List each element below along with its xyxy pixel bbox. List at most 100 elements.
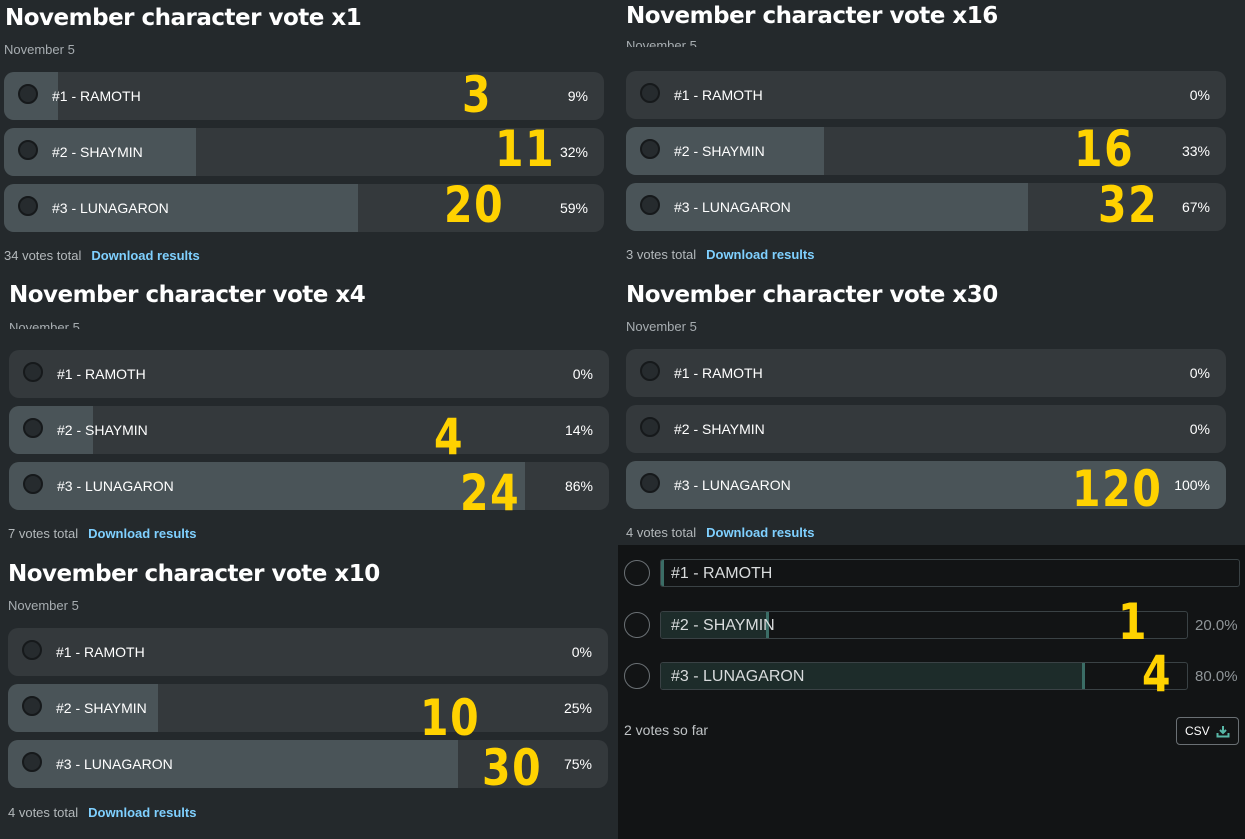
option-label: #1 - RAMOTH	[52, 88, 141, 104]
poll-date: November 5	[4, 42, 75, 57]
vote-total-text: 4 votes total	[8, 805, 79, 820]
csv-label: CSV	[1185, 724, 1210, 738]
poll-x1: November character vote x1 November 5 #1…	[0, 0, 615, 270]
option-label: #3 - LUNAGARON	[56, 756, 173, 772]
download-results-link[interactable]: Download results	[706, 525, 814, 540]
option-percent: 80.0%	[1195, 668, 1238, 685]
radio-button[interactable]	[22, 696, 42, 716]
vote-count-annotation: 32	[1098, 176, 1159, 234]
option-label: #2 - SHAYMIN	[671, 617, 775, 634]
option-label: #3 - LUNAGARON	[671, 668, 805, 685]
poll-x10: November character vote x10 November 5 #…	[0, 557, 615, 839]
poll-title: November character vote x30	[626, 282, 998, 308]
poll-option-ramoth[interactable]: #1 - RAMOTH 9%	[4, 72, 604, 120]
download-results-link[interactable]: Download results	[91, 248, 199, 263]
option-label: #2 - SHAYMIN	[674, 421, 765, 437]
option-percent: 33%	[1181, 143, 1210, 159]
option-percent: 0%	[1189, 87, 1210, 103]
option-label: #1 - RAMOTH	[674, 87, 763, 103]
poll-date: November 5	[8, 598, 79, 613]
vote-count-annotation: 24	[460, 464, 521, 522]
poll-date: November 5	[626, 38, 697, 47]
poll-title: November character vote x16	[626, 3, 998, 29]
vote-count-annotation: 4	[434, 408, 465, 466]
option-percent: 0%	[1189, 365, 1210, 381]
option-percent: 9%	[567, 88, 588, 104]
option-label: #2 - SHAYMIN	[674, 143, 765, 159]
vote-total: 3 votes total Download results	[626, 247, 814, 262]
vote-count-annotation: 16	[1074, 120, 1135, 178]
radio-button[interactable]	[22, 640, 42, 660]
radio-button[interactable]	[22, 752, 42, 772]
option-percent: 75%	[563, 756, 592, 772]
poll-option-ramoth[interactable]: #1 - RAMOTH 0%	[626, 349, 1226, 397]
radio-button[interactable]	[23, 474, 43, 494]
option-label: #2 - SHAYMIN	[56, 700, 147, 716]
radio-button[interactable]	[640, 83, 660, 103]
poll-x4: November character vote x4 November 5 #1…	[0, 278, 615, 548]
radio-button[interactable]	[640, 473, 660, 493]
poll-option-shaymin[interactable]: #2 - SHAYMIN 25%	[8, 684, 608, 732]
radio-button[interactable]	[640, 139, 660, 159]
option-label: #3 - LUNAGARON	[57, 478, 174, 494]
option-label: #3 - LUNAGARON	[674, 477, 791, 493]
poll-option-lunagaron[interactable]: #3 - LUNAGARON 59%	[4, 184, 604, 232]
poll-option-ramoth[interactable]: #1 - RAMOTH 0%	[9, 350, 609, 398]
vote-share-fill	[661, 560, 664, 586]
radio-button[interactable]	[640, 417, 660, 437]
option-label: #1 - RAMOTH	[674, 365, 763, 381]
vote-count-annotation: 11	[495, 120, 556, 178]
download-icon	[1216, 725, 1230, 737]
radio-button[interactable]	[624, 612, 650, 638]
option-label: #3 - LUNAGARON	[52, 200, 169, 216]
option-percent: 0%	[572, 366, 593, 382]
radio-button[interactable]	[18, 140, 38, 160]
option-percent: 25%	[563, 700, 592, 716]
poll-option-shaymin[interactable]: #2 - SHAYMIN 0%	[626, 405, 1226, 453]
poll-option-shaymin[interactable]: #2 - SHAYMIN	[660, 611, 1188, 639]
vote-total: 4 votes total Download results	[626, 525, 814, 540]
poll-option-ramoth[interactable]: #1 - RAMOTH 0%	[8, 628, 608, 676]
radio-button[interactable]	[23, 362, 43, 382]
option-percent: 0%	[571, 644, 592, 660]
radio-button[interactable]	[624, 560, 650, 586]
vote-total-text: 3 votes total	[626, 247, 697, 262]
option-label: #2 - SHAYMIN	[57, 422, 148, 438]
option-label: #2 - SHAYMIN	[52, 144, 143, 160]
vote-count-annotation: 30	[482, 739, 543, 797]
radio-button[interactable]	[640, 195, 660, 215]
option-percent: 67%	[1181, 199, 1210, 215]
poll-option-lunagaron[interactable]: #3 - LUNAGARON	[660, 662, 1188, 690]
option-percent: 86%	[564, 478, 593, 494]
radio-button[interactable]	[23, 418, 43, 438]
poll-title: November character vote x4	[9, 282, 366, 308]
poll-x30: November character vote x30 November 5 #…	[618, 278, 1245, 545]
poll-option-shaymin[interactable]: #2 - SHAYMIN 14%	[9, 406, 609, 454]
csv-download-button[interactable]: CSV	[1176, 717, 1239, 745]
vote-count-annotation: 1	[1118, 593, 1149, 651]
poll-option-ramoth[interactable]: #1 - RAMOTH 0%	[626, 71, 1226, 119]
radio-button[interactable]	[18, 196, 38, 216]
download-results-link[interactable]: Download results	[88, 526, 196, 541]
download-results-link[interactable]: Download results	[88, 805, 196, 820]
radio-button[interactable]	[640, 361, 660, 381]
vote-count-annotation: 10	[420, 689, 481, 747]
option-label: #1 - RAMOTH	[56, 644, 145, 660]
poll-date: November 5	[626, 319, 697, 334]
option-percent: 0%	[1189, 421, 1210, 437]
poll-option-ramoth[interactable]: #1 - RAMOTH	[660, 559, 1240, 587]
poll-date: November 5	[9, 320, 80, 329]
dark-poll-widget: #1 - RAMOTH #2 - SHAYMIN 20.0% #3 - LUNA…	[618, 545, 1245, 839]
vote-total-text: 7 votes total	[8, 526, 79, 541]
vote-count-annotation: 20	[444, 176, 505, 234]
vote-count-annotation: 120	[1072, 460, 1163, 518]
download-results-link[interactable]: Download results	[706, 247, 814, 262]
vote-count-annotation: 4	[1142, 645, 1173, 703]
poll-title: November character vote x1	[5, 5, 362, 31]
option-percent: 20.0%	[1195, 617, 1238, 634]
poll-x16: November character vote x16 November 5 #…	[618, 0, 1245, 270]
poll-option-shaymin[interactable]: #2 - SHAYMIN 33%	[626, 127, 1226, 175]
radio-button[interactable]	[624, 663, 650, 689]
option-percent: 100%	[1174, 477, 1210, 493]
radio-button[interactable]	[18, 84, 38, 104]
